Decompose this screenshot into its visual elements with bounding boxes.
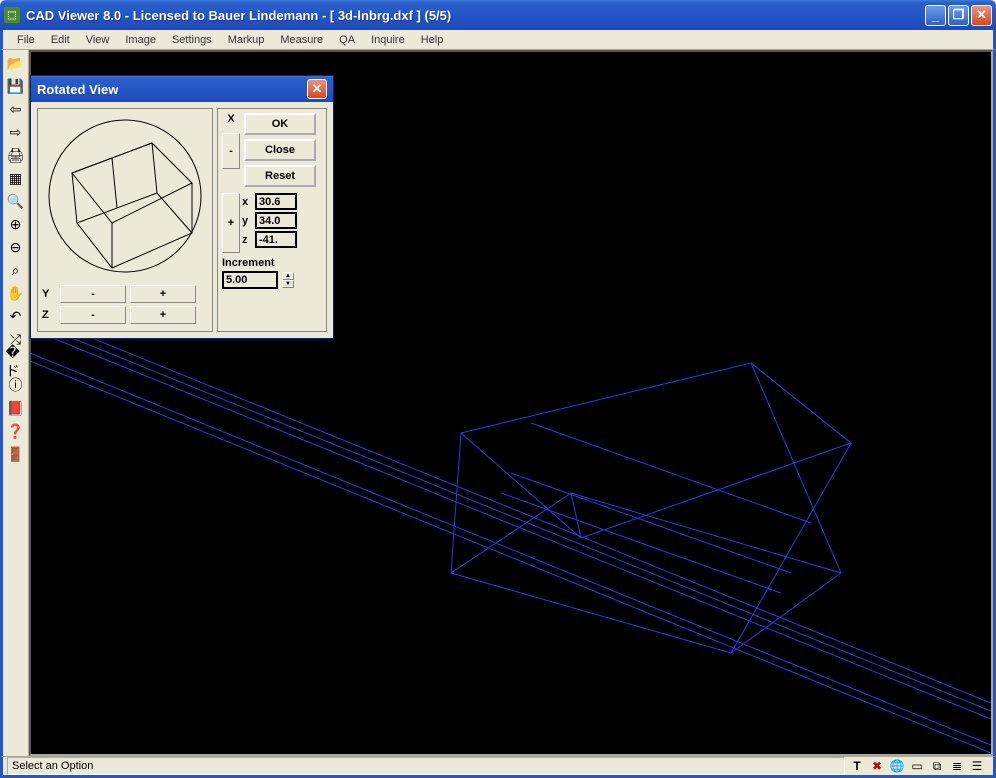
menu-markup[interactable]: Markup: [220, 32, 273, 48]
increment-label: Increment: [222, 257, 322, 269]
print-icon[interactable]: 🖨: [5, 144, 27, 166]
close-dialog-button[interactable]: Close: [244, 139, 316, 161]
yz-controls: Y - + Z - +: [42, 285, 208, 324]
menu-edit[interactable]: Edit: [43, 32, 78, 48]
y-row: Y - +: [42, 285, 208, 303]
close-button[interactable]: ✕: [971, 5, 992, 26]
dialog-close-button[interactable]: ✕: [307, 79, 327, 99]
y-minus-button[interactable]: -: [60, 285, 126, 303]
menu-inquire[interactable]: Inquire: [363, 32, 413, 48]
info-icon[interactable]: ⓘ: [5, 374, 27, 396]
pan-icon[interactable]: ✋: [5, 282, 27, 304]
rotated-view-dialog: Rotated View ✕: [30, 75, 334, 339]
status-layers-icon[interactable]: ≣: [949, 758, 965, 774]
window-title: CAD Viewer 8.0 - Licensed to Bauer Linde…: [26, 8, 925, 23]
arrow-right-icon[interactable]: ⇨: [5, 121, 27, 143]
help-book-icon[interactable]: 📕: [5, 397, 27, 419]
zoom-fit-icon[interactable]: 🔍: [5, 190, 27, 212]
y-plus-button[interactable]: +: [130, 285, 196, 303]
exit-icon[interactable]: 🚪: [5, 443, 27, 465]
increment-up-button[interactable]: ▲: [282, 272, 294, 280]
z-minus-button[interactable]: -: [60, 306, 126, 324]
coord-section: + x y z: [222, 193, 322, 253]
z-row: Z - +: [42, 306, 208, 324]
increment-input[interactable]: [222, 271, 278, 289]
status-text: Select an Option: [7, 757, 845, 775]
zoom-window-icon[interactable]: ⌕: [5, 259, 27, 281]
dialog-title: Rotated View: [37, 82, 307, 97]
statusbar: Select an Option T ✖ 🌐 ▭ ⧉ ≣ ☰: [0, 756, 996, 778]
ok-button[interactable]: OK: [244, 113, 316, 135]
y-axis-label: Y: [42, 288, 56, 300]
increment-down-button[interactable]: ▼: [282, 280, 294, 288]
zoom-in-icon[interactable]: ⊕: [5, 213, 27, 235]
dialog-titlebar[interactable]: Rotated View ✕: [31, 76, 333, 102]
menu-measure[interactable]: Measure: [272, 32, 331, 48]
x-plus-button[interactable]: +: [222, 193, 240, 253]
window-titlebar: ⬚ CAD Viewer 8.0 - Licensed to Bauer Lin…: [0, 0, 996, 30]
coord-z-label: z: [242, 234, 252, 246]
status-list-icon[interactable]: ☰: [969, 758, 985, 774]
status-text-icon[interactable]: T: [849, 758, 865, 774]
status-cancel-icon[interactable]: ✖: [869, 758, 885, 774]
status-sheet-icon[interactable]: ▭: [909, 758, 925, 774]
x-axis-label: X: [227, 113, 234, 125]
preview-3d-cube[interactable]: [42, 113, 208, 279]
y-value-input[interactable]: [255, 212, 297, 229]
right-controls-panel: X - OK Close Reset + x y: [217, 108, 327, 332]
open-icon[interactable]: 📂: [5, 52, 27, 74]
app-icon: ⬚: [4, 7, 20, 23]
zoom-out-icon[interactable]: ⊖: [5, 236, 27, 258]
dialog-body: Y - + Z - + X - OK Close: [31, 102, 333, 338]
z-value-input[interactable]: [255, 231, 297, 248]
undo-icon[interactable]: ↶: [5, 305, 27, 327]
menu-file[interactable]: File: [9, 32, 43, 48]
maximize-button[interactable]: ❐: [948, 5, 969, 26]
x-minus-button[interactable]: -: [222, 133, 240, 169]
layers-icon[interactable]: ▦: [5, 167, 27, 189]
toolbar-left: 📂💾⇦⇨🖨▦🔍⊕⊖⌕✋↶⤮�ドⓘ📕❓🚪: [3, 50, 29, 756]
z-axis-label: Z: [42, 309, 56, 321]
reset-button[interactable]: Reset: [244, 165, 316, 187]
z-plus-button[interactable]: +: [130, 306, 196, 324]
x-value-input[interactable]: [255, 193, 297, 210]
menu-qa[interactable]: QA: [331, 32, 363, 48]
window-buttons: _ ❐ ✕: [925, 5, 992, 26]
status-globe-icon[interactable]: 🌐: [889, 758, 905, 774]
coord-y-label: y: [242, 215, 252, 227]
context-help-icon[interactable]: ❓: [5, 420, 27, 442]
minimize-button[interactable]: _: [925, 5, 946, 26]
preview-panel: Y - + Z - +: [37, 108, 213, 332]
measure-icon[interactable]: �ド: [5, 351, 27, 373]
coord-x-label: x: [242, 196, 252, 208]
save-icon[interactable]: 💾: [5, 75, 27, 97]
increment-spinner: ▲ ▼: [282, 272, 294, 288]
menu-help[interactable]: Help: [413, 32, 452, 48]
menu-view[interactable]: View: [78, 32, 118, 48]
menubar: File Edit View Image Settings Markup Mea…: [0, 30, 996, 50]
status-icons: T ✖ 🌐 ▭ ⧉ ≣ ☰: [845, 758, 989, 774]
menu-image[interactable]: Image: [117, 32, 164, 48]
menu-settings[interactable]: Settings: [164, 32, 220, 48]
arrow-left-icon[interactable]: ⇦: [5, 98, 27, 120]
status-multisheet-icon[interactable]: ⧉: [929, 758, 945, 774]
